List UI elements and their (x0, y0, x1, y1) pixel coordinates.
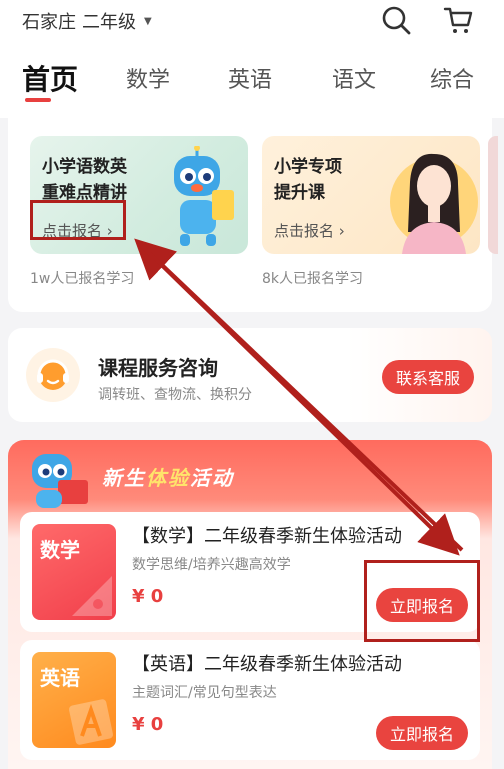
contact-service-button[interactable]: 联系客服 (382, 360, 474, 394)
grade-label: 二年级 (82, 12, 136, 33)
category-tabs: 首页 数学 英语 语文 综合 (0, 62, 504, 102)
annotation-box-enroll-button (364, 560, 480, 642)
cart-icon[interactable] (442, 4, 474, 36)
caret-down-icon: ▼ (144, 15, 152, 27)
course-subtitle: 数学思维/培养兴趣高效学 (132, 557, 291, 573)
service-title: 课程服务咨询 (98, 356, 218, 380)
robot-mascot-icon (174, 146, 234, 246)
promo-signup-count: 1w人已报名学习 (30, 271, 135, 287)
service-subtitle: 调转班、查物流、换积分 (98, 387, 252, 403)
course-price: ¥ 0 (132, 714, 164, 735)
tab-comprehensive[interactable]: 综合 (430, 62, 474, 94)
tab-math[interactable]: 数学 (126, 62, 170, 94)
teacher-avatar (390, 153, 478, 254)
location-grade-selector[interactable]: 石家庄 二年级 ▼ (22, 8, 152, 34)
course-tag: 英语 (40, 666, 80, 690)
activity-title: 新生体验活动 (102, 466, 234, 490)
course-thumbnail: 英语 (32, 652, 116, 748)
course-card-english[interactable]: 英语 【英语】二年级春季新生体验活动 主题词汇/常见句型表达 ¥ 0 立即报名 (20, 640, 480, 760)
course-title: 【英语】二年级春季新生体验活动 (132, 654, 402, 675)
course-subtitle: 主题词汇/常见句型表达 (132, 685, 277, 701)
signup-link[interactable]: 点击报名 › (274, 220, 345, 241)
letter-a-icon (69, 699, 113, 745)
promo-signup-count: 8k人已报名学习 (262, 271, 364, 287)
tab-english[interactable]: 英语 (228, 62, 272, 94)
course-thumbnail: 数学 (32, 524, 116, 620)
promo-title: 小学专项 提升课 (274, 157, 342, 203)
course-price: ¥ 0 (132, 586, 164, 607)
service-consult-card: 课程服务咨询 调转班、查物流、换积分 联系客服 (8, 328, 492, 422)
headset-icon (26, 348, 80, 402)
top-bar: 石家庄 二年级 ▼ 首页 数学 英语 语文 综合 (0, 0, 504, 118)
active-tab-indicator (25, 98, 51, 102)
tab-home[interactable]: 首页 (22, 58, 78, 98)
ruler-icon (72, 576, 112, 616)
robot-mascot-icon (32, 454, 88, 508)
promo-card-special-course[interactable]: 小学专项 提升课 点击报名 › (262, 136, 480, 254)
enroll-now-button[interactable]: 立即报名 (376, 716, 468, 750)
course-title: 【数学】二年级春季新生体验活动 (132, 526, 402, 547)
promo-title: 小学语数英 重难点精讲 (42, 157, 127, 203)
course-tag: 数学 (40, 538, 80, 562)
annotation-box-signup-link (30, 200, 126, 240)
city-label: 石家庄 (22, 12, 76, 33)
tab-chinese[interactable]: 语文 (332, 62, 376, 94)
next-promo-peek (488, 136, 498, 254)
search-icon[interactable] (380, 4, 412, 36)
